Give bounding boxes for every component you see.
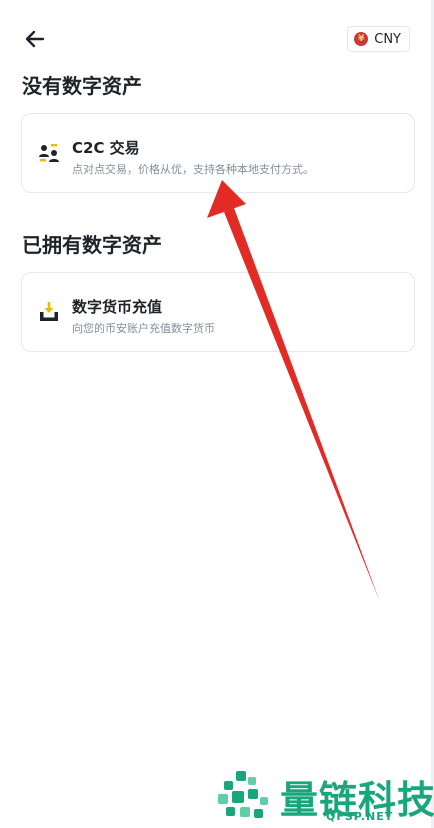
watermark-logo-icon (218, 771, 268, 818)
watermark: 量链科技 QFSP.NET (214, 765, 434, 828)
currency-selector[interactable]: ¥ CNY (347, 26, 410, 52)
card-title: C2C 交易 (72, 139, 140, 157)
arrow-left-icon[interactable] (22, 28, 48, 50)
deposit-tray-icon (40, 302, 58, 321)
cny-flag-icon: ¥ (354, 32, 369, 46)
watermark-domain: QFSP.NET (326, 810, 394, 823)
top-bar: ¥ CNY (0, 0, 434, 80)
card-description: 向您的币安账户充值数字货币 (72, 322, 215, 335)
section-title-has-assets: 已拥有数字资产 (22, 233, 162, 257)
card-title: 数字货币充值 (72, 298, 163, 316)
p2p-users-icon (39, 144, 59, 162)
currency-label: CNY (374, 31, 401, 47)
card-description: 点对点交易，价格从优，支持各种本地支付方式。 (72, 163, 314, 176)
section-title-no-assets: 没有数字资产 (22, 74, 142, 98)
crypto-deposit-card[interactable]: 数字货币充值 向您的币安账户充值数字货币 (21, 272, 415, 352)
c2c-trade-card[interactable]: C2C 交易 点对点交易，价格从优，支持各种本地支付方式。 (21, 113, 415, 193)
